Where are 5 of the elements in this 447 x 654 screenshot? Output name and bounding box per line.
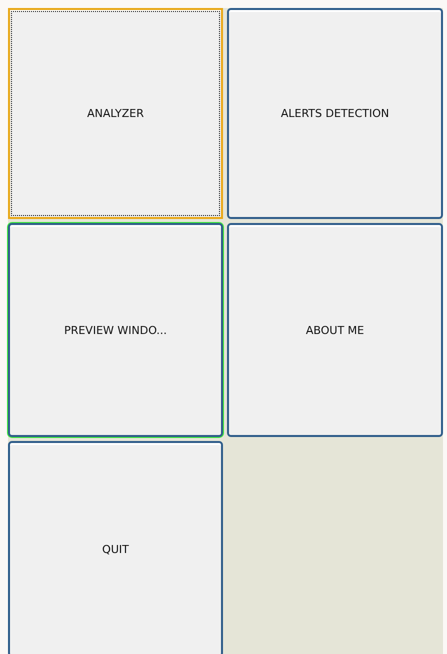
- menu-button[interactable]: ANALYZER: [8, 8, 223, 219]
- menu-button[interactable]: PREVIEW WINDO...: [8, 223, 223, 437]
- menu-button[interactable]: ALERTS DETECTION: [227, 8, 443, 219]
- menu-button[interactable]: ABOUT ME: [227, 223, 443, 437]
- menu-button[interactable]: QUIT: [8, 441, 223, 654]
